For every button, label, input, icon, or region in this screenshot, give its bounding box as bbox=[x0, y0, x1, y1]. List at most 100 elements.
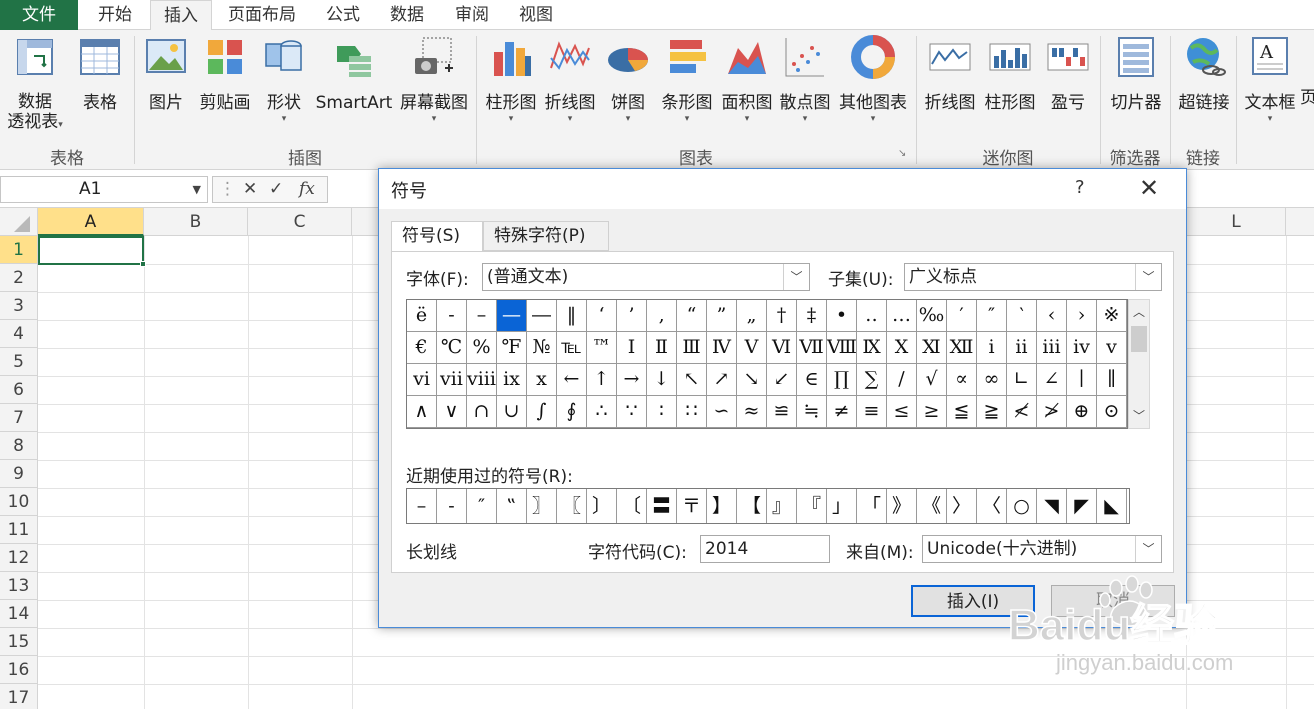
sparkline-column-button[interactable]: 柱形图 bbox=[982, 34, 1038, 114]
symbol-cell[interactable]: ’ bbox=[617, 300, 647, 332]
symbol-cell[interactable]: ⅲ bbox=[1037, 332, 1067, 364]
symbol-cell[interactable]: ‥ bbox=[857, 300, 887, 332]
symbol-cell[interactable]: ⅹ bbox=[527, 364, 557, 396]
recent-symbol-cell[interactable]: ◣ bbox=[1097, 489, 1127, 523]
scatter-chart-button[interactable]: 散点图 ▾ bbox=[776, 34, 834, 124]
symbol-cell[interactable]: ≌ bbox=[767, 396, 797, 428]
symbol-cell[interactable]: ∮ bbox=[557, 396, 587, 428]
symbol-cell[interactable]: ⅷ bbox=[467, 364, 497, 396]
symbol-cell[interactable]: ≤ bbox=[887, 396, 917, 428]
symbol-cell[interactable]: Ⅴ bbox=[737, 332, 767, 364]
symbol-cell[interactable]: ∈ bbox=[797, 364, 827, 396]
symbol-cell[interactable]: ∣ bbox=[1067, 364, 1097, 396]
dialog-launcher-icon[interactable]: ↘ bbox=[898, 148, 906, 159]
insert-button[interactable]: 插入(I) bbox=[911, 585, 1035, 617]
symbol-cell[interactable]: ∵ bbox=[617, 396, 647, 428]
recent-symbol-cell[interactable]: ″ bbox=[467, 489, 497, 523]
symbol-cell[interactable]: ‰ bbox=[917, 300, 947, 332]
symbol-cell[interactable]: ∫ bbox=[527, 396, 557, 428]
scroll-thumb[interactable] bbox=[1131, 326, 1147, 352]
symbol-cell[interactable]: ≒ bbox=[797, 396, 827, 428]
symbol-cell[interactable]: Ⅲ bbox=[677, 332, 707, 364]
symbol-cell[interactable]: % bbox=[467, 332, 497, 364]
recent-symbol-cell[interactable]: 〕 bbox=[587, 489, 617, 523]
symbol-cell[interactable]: ⅶ bbox=[437, 364, 467, 396]
scroll-up-icon[interactable]: ︿ bbox=[1129, 302, 1149, 322]
symbol-cell[interactable]: ≦ bbox=[947, 396, 977, 428]
symbol-cell[interactable]: ↑ bbox=[587, 364, 617, 396]
symbol-cell[interactable]: Ⅹ bbox=[887, 332, 917, 364]
symbol-cell[interactable]: ∧ bbox=[407, 396, 437, 428]
symbol-cell[interactable]: ∥ bbox=[1097, 364, 1127, 396]
row-header[interactable]: 3 bbox=[0, 292, 38, 320]
symbol-cell[interactable]: Ⅰ bbox=[617, 332, 647, 364]
recent-symbol-cell[interactable]: 」 bbox=[827, 489, 857, 523]
area-chart-button[interactable]: 面积图 ▾ bbox=[718, 34, 776, 124]
recent-symbol-cell[interactable]: 〒 bbox=[677, 489, 707, 523]
symbol-cell[interactable]: ≥ bbox=[917, 396, 947, 428]
symbol-cell[interactable]: ⅱ bbox=[1007, 332, 1037, 364]
sparkline-line-button[interactable]: 折线图 bbox=[920, 34, 980, 114]
bar-chart-button[interactable]: 条形图 ▾ bbox=[656, 34, 718, 124]
recent-symbol-cell[interactable]: – bbox=[407, 489, 437, 523]
pie-chart-button[interactable]: 饼图 ▾ bbox=[602, 34, 654, 124]
dialog-title-bar[interactable]: 符号 ? ✕ bbox=[379, 169, 1186, 209]
symbol-cell[interactable]: ≠ bbox=[827, 396, 857, 428]
row-header[interactable]: 13 bbox=[0, 572, 38, 600]
symbol-cell[interactable]: ∟ bbox=[1007, 364, 1037, 396]
symbol-cell[interactable]: Ⅺ bbox=[917, 332, 947, 364]
tab-file[interactable]: 文件 bbox=[0, 0, 78, 30]
symbol-cell[interactable]: ≯ bbox=[1037, 396, 1067, 428]
row-header[interactable]: 10 bbox=[0, 488, 38, 516]
symbol-cell[interactable]: „ bbox=[737, 300, 767, 332]
chevron-down-icon[interactable]: ﹀ bbox=[1135, 536, 1161, 562]
symbol-cell[interactable]: √ bbox=[917, 364, 947, 396]
recent-symbol-cell[interactable]: 「 bbox=[857, 489, 887, 523]
row-header[interactable]: 17 bbox=[0, 684, 38, 709]
symbol-cell[interactable]: ↗ bbox=[707, 364, 737, 396]
tab-page-layout[interactable]: 页面布局 bbox=[218, 0, 306, 30]
enter-icon[interactable]: ✓ bbox=[269, 177, 283, 202]
recent-symbol-cell[interactable]: ◤ bbox=[1067, 489, 1097, 523]
slicer-button[interactable]: 切片器 bbox=[1104, 34, 1168, 114]
symbol-cell[interactable]: ∴ bbox=[587, 396, 617, 428]
hyperlink-button[interactable]: 超链接 bbox=[1172, 34, 1236, 114]
symbol-grid[interactable]: ë ‐ – — ― ‖ ‘’ ‚ “” „ † ‡ • ‥… ‰ ′ ″ ‵ ‹ › ※ € ℃% ℉ № ℡ ™ Ⅰ Ⅱ Ⅲ Ⅳ Ⅴ Ⅵ Ⅶ Ⅷ Ⅸ… bbox=[406, 299, 1128, 429]
recent-symbol-cell[interactable]: 【 bbox=[737, 489, 767, 523]
symbol-cell[interactable]: — bbox=[497, 300, 527, 332]
symbol-cell[interactable]: Ⅵ bbox=[767, 332, 797, 364]
recent-symbol-cell[interactable]: 〔 bbox=[617, 489, 647, 523]
symbol-cell[interactable]: ∑ bbox=[857, 364, 887, 396]
subset-select[interactable]: 广义标点 ﹀ bbox=[904, 263, 1162, 291]
recent-symbol-cell[interactable]: 》 bbox=[887, 489, 917, 523]
symbol-grid-scrollbar[interactable]: ︿ ﹀ bbox=[1128, 299, 1150, 429]
symbol-cell[interactable]: Ⅷ bbox=[827, 332, 857, 364]
symbol-cell[interactable]: ↘ bbox=[737, 364, 767, 396]
symbol-cell[interactable]: № bbox=[527, 332, 557, 364]
symbol-cell[interactable]: ∝ bbox=[947, 364, 977, 396]
pivot-table-button[interactable]: 数据 透视表▾ bbox=[0, 34, 70, 132]
cancel-icon[interactable]: ✕ bbox=[243, 177, 257, 202]
header-footer-button[interactable]: 页 bbox=[1300, 34, 1314, 109]
column-chart-button[interactable]: 柱形图 ▾ bbox=[482, 34, 540, 124]
recent-symbol-cell[interactable]: 〈 bbox=[977, 489, 1007, 523]
chevron-down-icon[interactable]: ﹀ bbox=[1135, 264, 1161, 290]
symbol-cell[interactable]: › bbox=[1067, 300, 1097, 332]
symbol-cell[interactable]: ′ bbox=[947, 300, 977, 332]
row-header[interactable]: 5 bbox=[0, 348, 38, 376]
symbol-cell[interactable]: ≡ bbox=[857, 396, 887, 428]
symbol-cell[interactable]: ≮ bbox=[1007, 396, 1037, 428]
symbol-cell[interactable]: ⅰ bbox=[977, 332, 1007, 364]
tab-special-characters[interactable]: 特殊字符(P) bbox=[483, 221, 609, 251]
symbol-cell[interactable]: ↙ bbox=[767, 364, 797, 396]
fill-handle[interactable] bbox=[140, 261, 146, 267]
tab-view[interactable]: 视图 bbox=[507, 0, 565, 30]
symbol-cell[interactable]: Ⅻ bbox=[947, 332, 977, 364]
column-header-a[interactable]: A bbox=[38, 208, 144, 236]
row-header[interactable]: 4 bbox=[0, 320, 38, 348]
tab-data[interactable]: 数据 bbox=[378, 0, 436, 30]
symbol-cell[interactable]: ″ bbox=[977, 300, 1007, 332]
symbol-cell[interactable]: ≈ bbox=[737, 396, 767, 428]
recent-symbol-cell[interactable]: ◥ bbox=[1037, 489, 1067, 523]
tab-formulas[interactable]: 公式 bbox=[314, 0, 372, 30]
